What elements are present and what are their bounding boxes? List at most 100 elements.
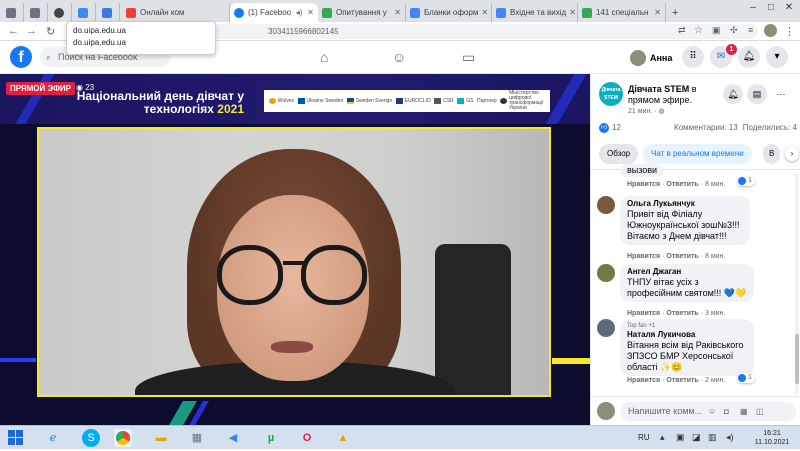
reaction-count[interactable]: 1 xyxy=(737,176,755,186)
gif-icon[interactable]: ▦ xyxy=(740,402,748,421)
avatar[interactable] xyxy=(597,319,615,337)
browser-tab-inbox[interactable]: Вхідне та вихід ✕ xyxy=(492,3,578,22)
menu-grid-button[interactable]: ⠿ xyxy=(682,46,704,68)
comment-input[interactable]: Напишите комм... ☺ ◘ ▦ ◫ xyxy=(620,402,796,421)
file-explorer-icon[interactable]: ▬ xyxy=(152,429,170,447)
close-tab-icon[interactable]: ✕ xyxy=(651,8,661,17)
comment-author[interactable]: Наталя Лукичова xyxy=(627,330,747,340)
suggestion-line[interactable]: do.uipa.edu.ua xyxy=(73,25,209,37)
browser-tab[interactable] xyxy=(50,3,72,22)
event-title: Національний день дівчат у технологіях 2… xyxy=(74,90,244,116)
comments-count[interactable]: Комментарии: 13 xyxy=(674,123,738,133)
reply-link[interactable]: Ответить xyxy=(666,253,698,260)
shares-count[interactable]: Поделились: 4 xyxy=(743,123,797,133)
close-window-button[interactable]: ✕ xyxy=(782,2,796,13)
avatar[interactable] xyxy=(597,196,615,214)
like-link[interactable]: Нравится xyxy=(627,253,660,260)
browser-tab-survey[interactable]: Опитування у ✕ xyxy=(318,3,406,22)
browser-tab[interactable] xyxy=(98,3,120,22)
bookmark-star-icon[interactable]: ☆ xyxy=(694,25,703,36)
tray-icon[interactable]: ▣ xyxy=(676,432,685,443)
more-menu-icon[interactable]: ⋮ xyxy=(784,25,795,38)
network-icon[interactable]: ▥ xyxy=(708,432,717,443)
comment-time: 8 мин. xyxy=(704,253,726,260)
profile-link[interactable]: Анна xyxy=(630,50,672,66)
comments-scrollbar[interactable] xyxy=(795,174,799,394)
reload-icon[interactable]: ↻ xyxy=(46,25,55,38)
extension-icon[interactable]: ▣ xyxy=(712,25,721,36)
page-avatar[interactable]: Дівчата STEM xyxy=(599,82,623,106)
account-chevron-button[interactable]: ▾ xyxy=(766,46,788,68)
gaming-icon[interactable]: ▭ xyxy=(462,49,475,66)
reaction-count[interactable]: 1 xyxy=(737,373,755,383)
home-icon[interactable]: ⌂ xyxy=(320,49,328,65)
extensions-puzzle-icon[interactable]: ✣ xyxy=(730,25,738,36)
language-indicator[interactable]: RU xyxy=(638,433,650,442)
media-player-icon[interactable]: ◀ xyxy=(224,429,242,447)
volume-icon[interactable]: ◂) xyxy=(726,432,734,443)
url-suggestion-popup[interactable]: do.uipa.edu.ua do.uipa.edu.ua xyxy=(66,21,216,55)
like-link[interactable]: Нравится xyxy=(627,377,660,384)
skype-icon[interactable]: S xyxy=(82,429,100,447)
close-tab-icon[interactable]: ✕ xyxy=(566,8,576,17)
speaker-camera-feed xyxy=(39,129,549,395)
notifications-bell-button[interactable]: 🔔︎ xyxy=(738,46,760,68)
tray-icon[interactable]: ◪ xyxy=(692,432,701,443)
chrome-icon[interactable] xyxy=(114,429,132,447)
more-options-button[interactable]: ⋯ xyxy=(771,84,791,104)
tab-overview[interactable]: Обзор xyxy=(599,144,639,164)
groups-icon[interactable]: ☺ xyxy=(392,49,406,65)
back-arrow-icon[interactable]: ← xyxy=(8,25,19,37)
tab-live-chat[interactable]: Чат в реальном времени xyxy=(643,144,752,164)
tab-more[interactable]: В xyxy=(763,144,781,164)
like-link[interactable]: Нравится xyxy=(627,181,660,188)
facebook-icon xyxy=(234,7,244,18)
comment-author[interactable]: Ангел Джаган xyxy=(627,267,747,277)
browser-tab-mail[interactable]: Онлайн ком xyxy=(122,3,230,22)
avatar[interactable] xyxy=(597,264,615,282)
browser-tab-specialty[interactable]: 141 спеціальн ✕ xyxy=(578,3,666,22)
facebook-logo[interactable]: f xyxy=(10,46,32,68)
browser-tab[interactable] xyxy=(2,3,24,22)
opera-icon[interactable]: O xyxy=(298,429,316,447)
browser-tab-forms[interactable]: Бланки оформ ✕ xyxy=(406,3,492,22)
page-name[interactable]: Дівчата STEM xyxy=(628,84,689,94)
system-clock[interactable]: 16:21 11.10.2021 xyxy=(748,429,796,447)
profile-avatar[interactable] xyxy=(764,24,777,37)
close-tab-icon[interactable]: ✕ xyxy=(391,8,401,17)
notifications-bell-button[interactable]: 🔔︎ xyxy=(723,84,743,104)
avatar xyxy=(630,50,646,66)
internet-explorer-icon[interactable]: ℯ xyxy=(44,429,62,447)
minimize-button[interactable]: – xyxy=(746,2,760,13)
close-tab-icon[interactable]: ✕ xyxy=(304,8,314,17)
browser-tab-facebook[interactable]: (1) Faceboo ◂) ✕ xyxy=(230,3,318,22)
emoji-icon[interactable]: ☺ xyxy=(708,402,716,421)
chevron-right-icon[interactable]: › xyxy=(785,147,799,161)
sticker-icon[interactable]: ◫ xyxy=(756,402,764,421)
suggestion-line[interactable]: do.uipa.edu.ua xyxy=(73,37,209,49)
translate-icon[interactable]: ⇄ xyxy=(678,25,686,36)
tray-arrow-icon[interactable]: ▴ xyxy=(660,432,665,443)
app-icon[interactable]: ▲ xyxy=(334,429,352,447)
windows-start-button[interactable] xyxy=(8,430,24,446)
comment-author[interactable]: Ольга Лукьянчук xyxy=(627,199,743,209)
browser-tab[interactable] xyxy=(26,3,48,22)
forward-arrow-icon[interactable]: → xyxy=(26,25,37,37)
live-video-player[interactable]: ПРЯМОЙ ЭФИР ◉ 23 Національний день дівча… xyxy=(0,74,590,425)
reply-link[interactable]: Ответить xyxy=(666,181,698,188)
reply-link[interactable]: Ответить xyxy=(666,310,698,317)
reading-list-icon[interactable]: ≡ xyxy=(748,25,753,35)
speaker-icon[interactable]: ◂) xyxy=(293,8,303,17)
like-count[interactable]: 12 xyxy=(612,123,621,133)
reply-link[interactable]: Ответить xyxy=(666,377,698,384)
utorrent-icon[interactable]: µ xyxy=(262,429,280,447)
camera-icon[interactable]: ◘ xyxy=(724,402,729,421)
browser-tab[interactable] xyxy=(74,3,96,22)
close-tab-icon[interactable]: ✕ xyxy=(478,8,488,17)
like-link[interactable]: Нравится xyxy=(627,310,660,317)
maximize-button[interactable]: □ xyxy=(764,2,778,13)
new-tab-button[interactable]: + xyxy=(668,3,684,22)
scrollbar-thumb[interactable] xyxy=(795,334,799,384)
save-bookmark-button[interactable]: ▤ xyxy=(747,84,767,104)
app-icon[interactable]: ▦ xyxy=(188,429,206,447)
